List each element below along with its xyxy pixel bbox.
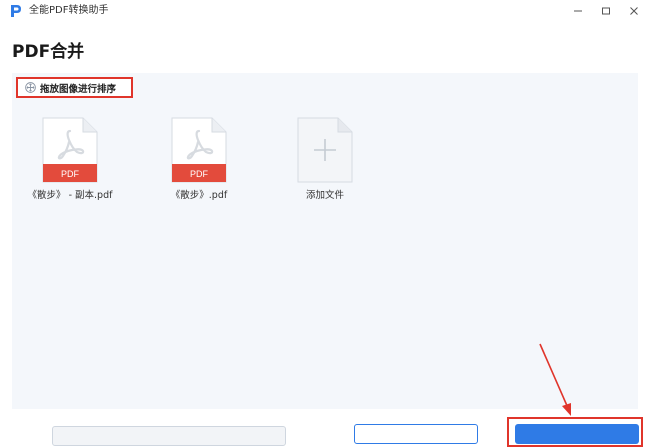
sort-hint: 拖放图像进行排序 xyxy=(16,77,133,98)
file-name: 《散步》.pdf xyxy=(170,190,228,201)
pdf-file-icon: PDF xyxy=(42,117,98,183)
highlight-outline xyxy=(507,417,643,447)
secondary-button[interactable] xyxy=(354,424,478,444)
pdf-badge: PDF xyxy=(190,169,209,179)
pdf-badge: PDF xyxy=(61,169,80,179)
file-name: 《散步》 - 副本.pdf xyxy=(27,190,113,201)
app-logo-icon xyxy=(11,5,21,17)
output-path-field[interactable] xyxy=(52,426,286,446)
title-bar: 全能PDF转换助手 xyxy=(0,0,650,22)
add-file-label: 添加文件 xyxy=(305,190,344,201)
maximize-icon[interactable] xyxy=(596,3,616,19)
pdf-file-icon: PDF xyxy=(171,117,227,183)
page-title: PDF合并 xyxy=(12,42,85,62)
annotation-arrow-icon xyxy=(539,343,571,416)
file-item[interactable]: PDF 《散步》 - 副本.pdf xyxy=(15,117,125,201)
add-file-button[interactable]: 添加文件 xyxy=(270,117,380,201)
move-icon xyxy=(25,82,36,93)
sort-hint-label: 拖放图像进行排序 xyxy=(40,83,117,95)
close-icon[interactable] xyxy=(624,3,644,19)
file-item[interactable]: PDF 《散步》.pdf xyxy=(144,117,254,201)
app-title: 全能PDF转换助手 xyxy=(29,5,109,16)
minimize-icon[interactable] xyxy=(568,3,588,19)
add-file-card-icon xyxy=(297,117,353,183)
